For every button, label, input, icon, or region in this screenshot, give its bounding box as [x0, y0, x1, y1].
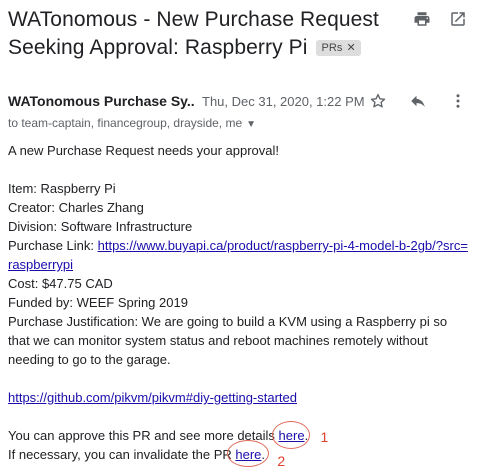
recipients-text: to team-captain, financegroup, drayside,… — [8, 116, 243, 130]
message-date: Thu, Dec 31, 2020, 1:22 PM — [202, 94, 365, 109]
approve-prefix: You can approve this PR and see more det… — [8, 428, 279, 443]
approve-line: You can approve this PR and see more det… — [8, 421, 468, 449]
print-icon[interactable] — [413, 10, 431, 28]
top-actions — [413, 10, 467, 28]
github-link[interactable]: https://github.com/pikvm/pikvm#diy-getti… — [8, 390, 297, 405]
justification-text: Purchase Justification: We are going to … — [8, 314, 448, 367]
invalidate-line: If necessary, you can invalidate the PR … — [8, 440, 468, 469]
annotation-number-1: 1 — [320, 429, 329, 445]
reply-icon[interactable] — [409, 92, 427, 110]
creator-line: Creator: Charles Zhang — [8, 200, 144, 215]
invalidate-prefix: If necessary, you can invalidate the PR — [8, 447, 236, 462]
star-icon[interactable] — [369, 92, 387, 110]
intro-text: A new Purchase Request needs your approv… — [8, 143, 280, 158]
label-text: PRs — [321, 42, 343, 54]
more-vert-icon[interactable] — [449, 92, 467, 110]
close-icon[interactable]: ✕ — [347, 40, 356, 56]
division-line: Division: Software Infrastructure — [8, 219, 193, 234]
subject-heading: WATonomous - New Purchase Request Seekin… — [8, 6, 388, 62]
item-line: Item: Raspberry Pi — [8, 181, 116, 196]
message-actions — [369, 92, 467, 110]
invalidate-link[interactable]: here — [235, 447, 261, 462]
cost-line: Cost: $47.75 CAD — [8, 276, 113, 291]
purchase-link-label: Purchase Link: — [8, 238, 98, 253]
label-chip[interactable]: PRs ✕ — [316, 40, 361, 56]
approve-link[interactable]: here — [279, 428, 305, 443]
email-body: A new Purchase Request needs your approv… — [8, 141, 468, 469]
invalidate-suffix: . — [261, 447, 266, 462]
sender-name[interactable]: WATonomous Purchase Sy... — [8, 93, 194, 109]
funded-by-line: Funded by: WEEF Spring 2019 — [8, 295, 188, 310]
chevron-down-icon[interactable]: ▼ — [246, 119, 256, 130]
open-in-new-window-icon[interactable] — [449, 10, 467, 28]
purchase-link-line: Purchase Link: https://www.buyapi.ca/pro… — [8, 236, 468, 274]
recipients-line: to team-captain, financegroup, drayside,… — [8, 116, 256, 130]
annotation-number-2: 2 — [277, 453, 286, 469]
approve-suffix: . — [304, 428, 309, 443]
message-header: WATonomous Purchase Sy... Thu, Dec 31, 2… — [8, 93, 473, 113]
